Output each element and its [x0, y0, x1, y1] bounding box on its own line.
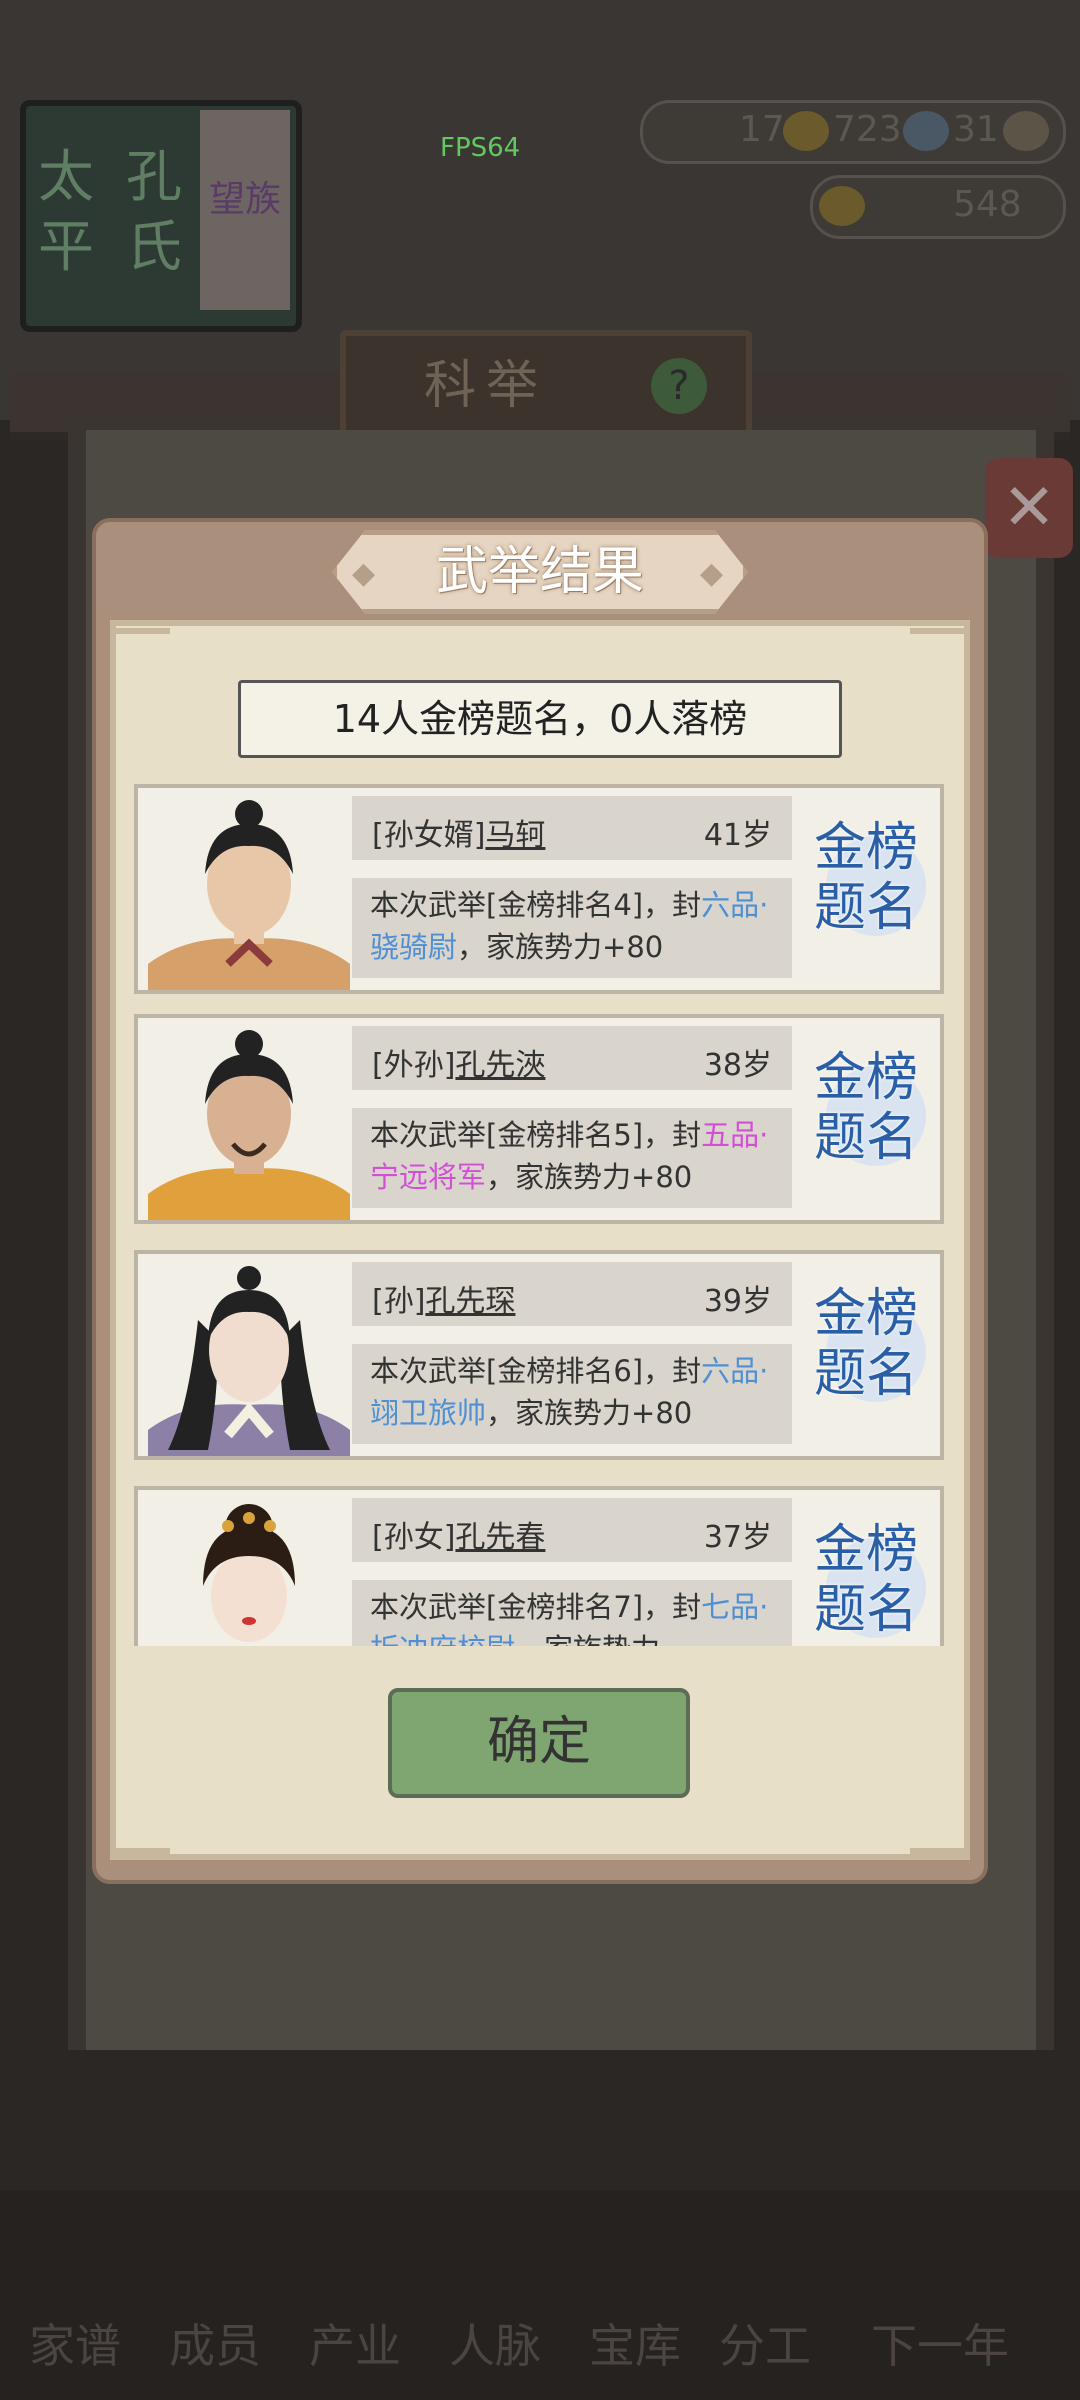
desc-text: 本次武举[金榜排名4]，封 — [370, 888, 702, 922]
clan-char-4: 氏 — [126, 215, 182, 280]
clan-status-tag: 望族 — [200, 110, 290, 310]
name-row: [孙女]孔先春 37岁 — [352, 1498, 792, 1562]
corner-ornament-br — [910, 1804, 970, 1854]
resource-bar: 17 723 31 — [640, 100, 1066, 164]
resource-3-value: 31 — [953, 109, 999, 150]
name-link[interactable]: 马轲 — [485, 818, 545, 853]
member-age: 41岁 — [703, 818, 772, 853]
honor-stamp-icon: 金榜 题名 — [802, 1284, 930, 1412]
desc-text: 本次武举[金榜排名7]，封 — [370, 1590, 702, 1624]
nav-treasury[interactable]: 宝库 — [570, 2310, 700, 2376]
clan-char-2: 平 — [38, 215, 94, 280]
member-name[interactable]: [孙]孔先琛 — [372, 1276, 515, 1320]
close-button[interactable]: ✕ — [985, 458, 1073, 558]
close-icon: ✕ — [1002, 471, 1056, 545]
result-description: 本次武举[金榜排名6]，封六品·翊卫旅帅，家族势力+80 — [352, 1344, 792, 1444]
corner-ornament-tr — [910, 628, 970, 678]
desc-reward: ，家族势力+80 — [486, 1160, 693, 1194]
name-link[interactable]: 孔先浹 — [455, 1048, 545, 1083]
member-name[interactable]: [孙女婿]马轲 — [372, 810, 545, 854]
nav-division[interactable]: 分工 — [700, 2310, 830, 2376]
name-link[interactable]: 孔先琛 — [425, 1284, 515, 1319]
desc-text: 本次武举[金榜排名5]，封 — [370, 1118, 702, 1152]
result-card: [孙女婿]马轲 41岁 本次武举[金榜排名4]，封六品·骁骑尉，家族势力+80 … — [134, 784, 944, 994]
result-card: [孙女]孔先春 37岁 本次武举[金榜排名7]，封七品·折冲府校尉，家族势力 金… — [134, 1486, 944, 1646]
screen-title: 科举 — [423, 356, 548, 416]
corner-ornament-tl — [110, 628, 170, 678]
stamp-line-2: 题名 — [813, 878, 918, 938]
help-icon[interactable]: ? — [651, 358, 707, 414]
stamp-line-1: 金榜 — [813, 818, 918, 878]
relation-label: [孙女] — [372, 1520, 456, 1555]
confirm-button[interactable]: 确定 — [388, 1688, 690, 1798]
nav-connections[interactable]: 人脉 — [430, 2310, 560, 2376]
bottom-nav: 家谱 成员 产业 人脉 宝库 分工 下一年 — [0, 2190, 1080, 2400]
relation-label: [孙] — [372, 1284, 426, 1319]
stamp-line-2: 题名 — [813, 1580, 918, 1640]
relation-label: [孙女婿] — [372, 818, 486, 853]
honor-stamp-icon: 金榜 题名 — [802, 1048, 930, 1176]
result-card: [孙]孔先琛 39岁 本次武举[金榜排名6]，封六品·翊卫旅帅，家族势力+80 … — [134, 1250, 944, 1460]
name-row: [孙]孔先琛 39岁 — [352, 1262, 792, 1326]
portrait-avatar — [148, 1030, 350, 1220]
name-row: [孙女婿]马轲 41岁 — [352, 796, 792, 860]
result-description: 本次武举[金榜排名7]，封七品·折冲府校尉，家族势力 — [352, 1580, 792, 1646]
desc-text: 本次武举[金榜排名6]，封 — [370, 1354, 702, 1388]
result-description: 本次武举[金榜排名5]，封五品·宁远将军，家族势力+80 — [352, 1108, 792, 1208]
stamp-line-1: 金榜 — [813, 1520, 918, 1580]
result-card: [外孙]孔先浹 38岁 本次武举[金榜排名5]，封五品·宁远将军，家族势力+80… — [134, 1014, 944, 1224]
portrait-avatar — [148, 1266, 350, 1456]
member-age: 37岁 — [703, 1520, 772, 1555]
stamp-line-1: 金榜 — [813, 1048, 918, 1108]
desc-reward: ，家族势力+80 — [486, 1396, 693, 1430]
clan-char-3: 孔 — [126, 145, 182, 210]
relation-label: [外孙] — [372, 1048, 456, 1083]
honor-stamp-icon: 金榜 题名 — [802, 1520, 930, 1646]
nav-next-year[interactable]: 下一年 — [840, 2310, 1040, 2376]
gold-bar-icon — [783, 111, 829, 151]
dialog-title: 武举结果 — [435, 542, 644, 602]
portrait-avatar — [203, 1504, 295, 1642]
results-list[interactable]: [孙女婿]马轲 41岁 本次武举[金榜排名4]，封六品·骁骑尉，家族势力+80 … — [134, 784, 946, 1646]
portrait-avatar — [148, 800, 350, 990]
nav-family-tree[interactable]: 家谱 — [10, 2310, 140, 2376]
result-summary: 14人金榜题名，0人落榜 — [238, 680, 842, 758]
stamp-line-1: 金榜 — [813, 1284, 918, 1344]
desc-reward: ，家族势力+80 — [457, 930, 664, 964]
fps-counter: FPS64 — [440, 133, 521, 163]
corner-ornament-bl — [110, 1804, 170, 1854]
gold-bar[interactable]: 548 — [810, 175, 1066, 239]
stamp-line-2: 题名 — [813, 1108, 918, 1168]
desc-reward: ，家族势力 — [515, 1632, 660, 1646]
member-age: 39岁 — [703, 1284, 772, 1319]
name-row: [外孙]孔先浹 38岁 — [352, 1026, 792, 1090]
stamp-line-2: 题名 — [813, 1344, 918, 1404]
honor-stamp-icon: 金榜 题名 — [802, 818, 930, 946]
ingot-icon — [819, 186, 865, 226]
clan-char-1: 太 — [38, 145, 94, 210]
name-link[interactable]: 孔先春 — [455, 1520, 545, 1555]
member-age: 38岁 — [703, 1048, 772, 1083]
keju-signboard: 科举 ? — [340, 330, 752, 442]
result-description: 本次武举[金榜排名4]，封六品·骁骑尉，家族势力+80 — [352, 878, 792, 978]
member-name[interactable]: [孙女]孔先春 — [372, 1512, 545, 1556]
nav-members[interactable]: 成员 — [150, 2310, 280, 2376]
resource-2-value: 723 — [833, 109, 902, 150]
member-name[interactable]: [外孙]孔先浹 — [372, 1040, 545, 1084]
gold-value: 548 — [953, 184, 1022, 225]
nav-industry[interactable]: 产业 — [290, 2310, 420, 2376]
coin-icon — [1003, 111, 1049, 151]
resource-1-value: 17 — [739, 109, 785, 150]
scroll-icon — [903, 111, 949, 151]
